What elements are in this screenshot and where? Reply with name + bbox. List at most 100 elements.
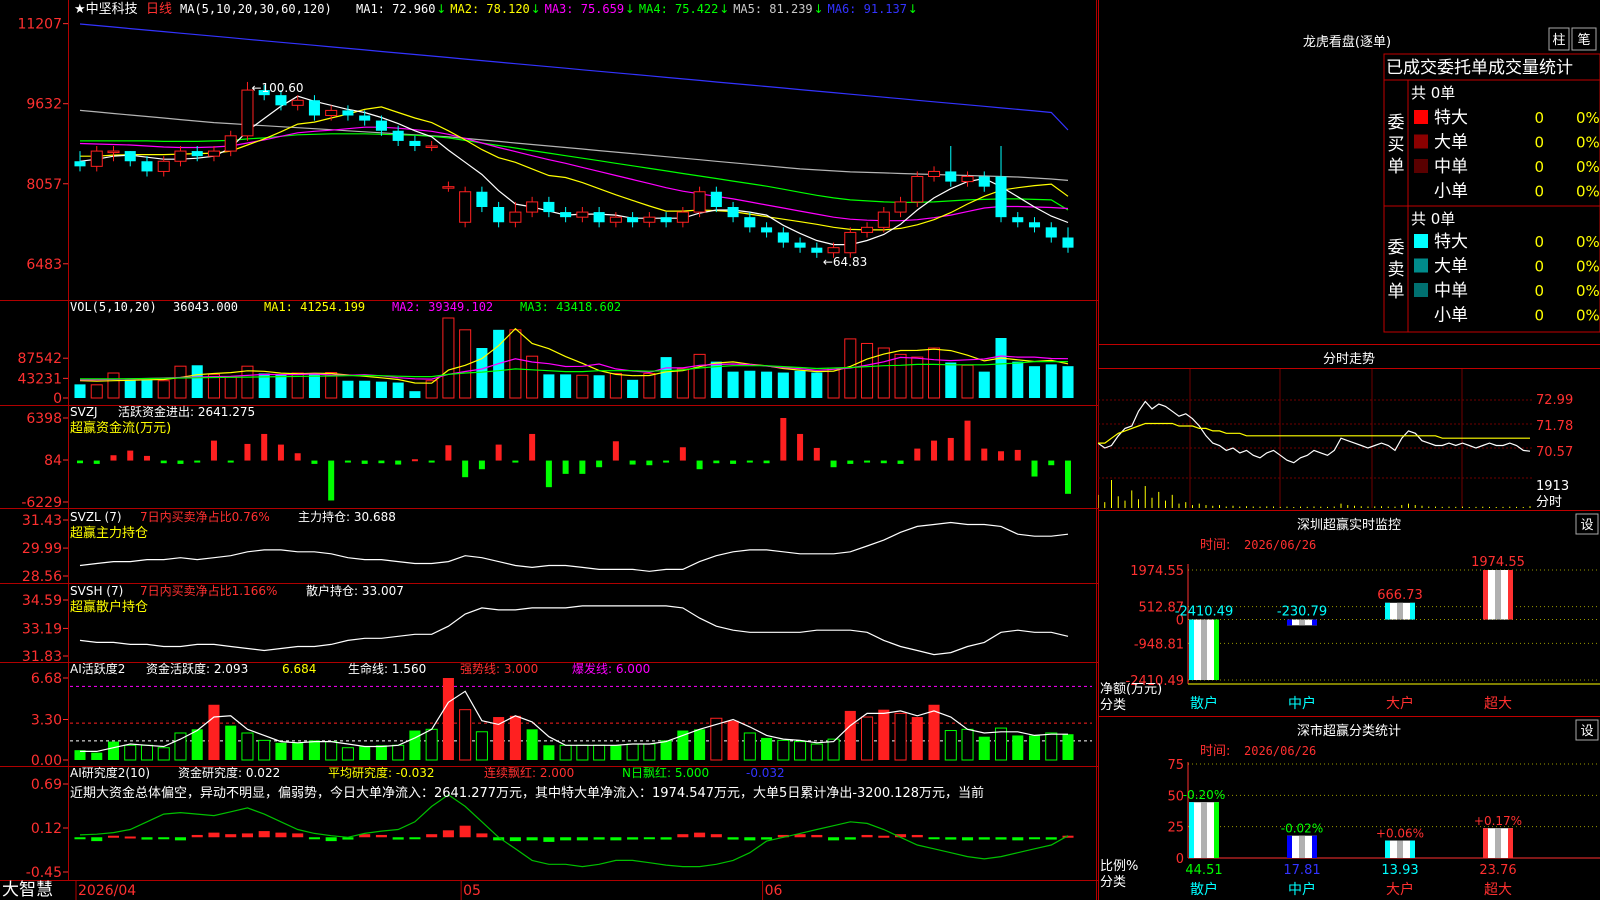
ai-activity-bar: [475, 731, 488, 761]
side-panels[interactable]: 龙虎看盘(逐单) 柱 笔 已成交委托单成交量统计 委买单 委卖单 共 0单 共 …: [1098, 0, 1600, 900]
ai-research-bar: [191, 834, 203, 838]
size-count: 0: [1534, 109, 1544, 127]
undefined-label: 87542: [17, 351, 62, 367]
candle-body: [560, 212, 572, 218]
ai-activity-bar: [341, 747, 354, 761]
vol-ma3: MA3: 43418.602: [520, 300, 621, 314]
ai-activity-panel[interactable]: 6.68 3.30 0.00 AI活跃度2 资金活跃度: 2.093 6.684 生…: [31, 661, 1092, 769]
svzj-bar: [545, 460, 552, 488]
ma-legend: MA1: 72.960 ↓ MA2: 78.120 ↓ MA3: 75.659 ↓ MA4:…: [356, 2, 918, 16]
intraday-panel[interactable]: 分时走势 72.99 71.78 70.57 1913分时: [1098, 351, 1573, 510]
candle-body: [526, 201, 539, 213]
volume-bar: [744, 370, 756, 398]
candle-body: [827, 247, 840, 254]
ai-activity-bars: [70, 678, 1092, 761]
sz-monitor-category: 中户: [1288, 695, 1316, 712]
sz-class-settings-label: 设: [1580, 724, 1593, 739]
svzj-bar: [998, 451, 1005, 461]
intraday-axis: 72.99 71.78 70.57 1913分时: [1536, 393, 1573, 510]
size-pct: 0%: [1576, 109, 1600, 127]
sz-monitor-bar-edge: [1312, 619, 1317, 626]
svzj-bar: [847, 460, 854, 464]
ai-activity-bar: [761, 737, 773, 760]
ai-research-bar: [208, 832, 220, 838]
sz-class-bar-shade: [1397, 840, 1403, 858]
sell-rows: 特大 0 0% 大单 0 0% 中单 0 0% 小单 0 0%: [1414, 232, 1600, 326]
ma6-line: [79, 23, 1069, 131]
size-swatch: [1414, 134, 1428, 149]
price-candles[interactable]: [74, 81, 1074, 258]
sz-class-panel[interactable]: 深市超赢分类统计 设 时间: 2026/06/26 75 50 25 0 -0.20% 4…: [1100, 719, 1600, 898]
candle-body: [1045, 227, 1057, 238]
svzj-label: 活跃资金进出: 2641.275: [118, 404, 255, 419]
sz-monitor-bar-edge: [1483, 570, 1488, 620]
svzj-bar: [897, 460, 904, 464]
candle-body: [609, 216, 622, 223]
intraday-price-line: [1098, 400, 1531, 464]
intraday-lines: [1098, 400, 1531, 464]
stock-name[interactable]: ★中坚科技: [74, 2, 138, 17]
size-pct: 0%: [1576, 307, 1600, 325]
sz-class-value: 44.51: [1185, 863, 1222, 878]
price-panel[interactable]: 11207 9632 8057 6483 ★中坚科技 日线 MA(5,10,20,30…: [17, 2, 1074, 273]
volume-panel[interactable]: 87542 43231 0 VOL(5,10,20) 36043.000 MA1: …: [17, 300, 1074, 407]
size-swatch: [1414, 183, 1428, 198]
size-name: 中单: [1434, 157, 1468, 177]
candle-body: [995, 176, 1007, 218]
ma-legend-arrow: ↓: [908, 2, 918, 16]
kline-chart-area[interactable]: 11207 9632 8057 6483 ★中坚科技 日线 MA(5,10,20,30…: [0, 0, 1098, 900]
side-label-char: 委: [1388, 113, 1405, 133]
candle-body: [811, 247, 823, 253]
svzj-bar: [93, 460, 100, 464]
intraday-title: 分时走势: [1323, 351, 1375, 367]
sell-total: 共 0单: [1411, 210, 1455, 228]
undefined-label: 31.43: [22, 513, 62, 529]
svsh-panel[interactable]: 34.5933.1931.83 SVSH (7) 7日内买卖净占比1.166% …: [22, 583, 1069, 665]
size-pct: 0%: [1576, 183, 1600, 201]
sz-monitor-settings-label: 设: [1580, 518, 1593, 533]
svzj-bar: [411, 459, 418, 462]
undefined-label: 29.99: [22, 541, 62, 557]
sz-monitor-panel[interactable]: 深圳超赢实时监控 设 时间: 2026/06/26 1974.55512.870…: [1100, 513, 1600, 713]
sz-class-time: 2026/06/26: [1244, 744, 1316, 758]
candle-body: [928, 170, 941, 178]
svzj-bar: [780, 417, 787, 461]
volume-bar: [275, 374, 287, 398]
svzj-panel[interactable]: 6398 84 -6229 SVZJ 活跃资金进出: 2641.275 超赢资金流(…: [21, 404, 1071, 511]
volume-bar: [693, 353, 706, 399]
ai-research-bar: [476, 833, 488, 838]
vol-title: VOL(5,10,20): [70, 300, 157, 314]
candle-body: [90, 150, 103, 167]
candle-body: [224, 135, 237, 152]
longhu-panel[interactable]: 龙虎看盘(逐单) 柱 笔 已成交委托单成交量统计 委买单 委卖单 共 0单 共 …: [1303, 27, 1600, 333]
svsh-holding: 散户持仓: 33.007: [306, 583, 404, 598]
svzl-subtitle: 超赢主力持仓: [70, 525, 148, 541]
buy-side-label: 委买单: [1388, 113, 1405, 177]
svzl-line: [79, 521, 1069, 572]
sz-class-bar-edge: [1385, 840, 1390, 858]
ai-research-bar: [426, 834, 438, 838]
svzj-bar: [143, 455, 150, 461]
svzl-panel[interactable]: 31.43 29.99 28.56 SVZL (7) 7日内买卖净占比0.76% 主…: [22, 509, 1069, 585]
svzj-bar: [328, 460, 335, 501]
svzj-bar: [512, 460, 519, 463]
sz-class-chart: 75 50 25 0 -0.20% 44.51 散户 -0.02% 17.81 中户 +0.06% 1…: [1167, 758, 1600, 898]
ma-params: MA(5,10,20,30,60,120): [180, 2, 332, 16]
undefined-label: 11207: [17, 17, 62, 33]
ai-research-bar: [811, 834, 823, 838]
candle-body: [627, 217, 639, 223]
ai-activity-bar: [626, 743, 639, 761]
sell-side-label: 委卖单: [1388, 238, 1405, 302]
ai-research-panel[interactable]: 0.69 0.12 -0.45 AI研究度2(10) 资金研究度: 0.022 平均…: [26, 765, 1074, 881]
volume-bar: [392, 382, 404, 398]
period-label[interactable]: 日线: [146, 2, 172, 17]
candle-body: [174, 150, 187, 162]
sz-class-bar-shade: [1299, 835, 1305, 858]
size-swatch: [1414, 258, 1428, 273]
candle-body: [911, 176, 924, 203]
volume-axis: 87542 43231 0: [17, 351, 68, 407]
ai-activity-bar: [593, 744, 606, 761]
ai2-extra-value: -0.032: [746, 766, 785, 780]
candle-body: [877, 211, 890, 228]
candle-body: [308, 100, 320, 116]
